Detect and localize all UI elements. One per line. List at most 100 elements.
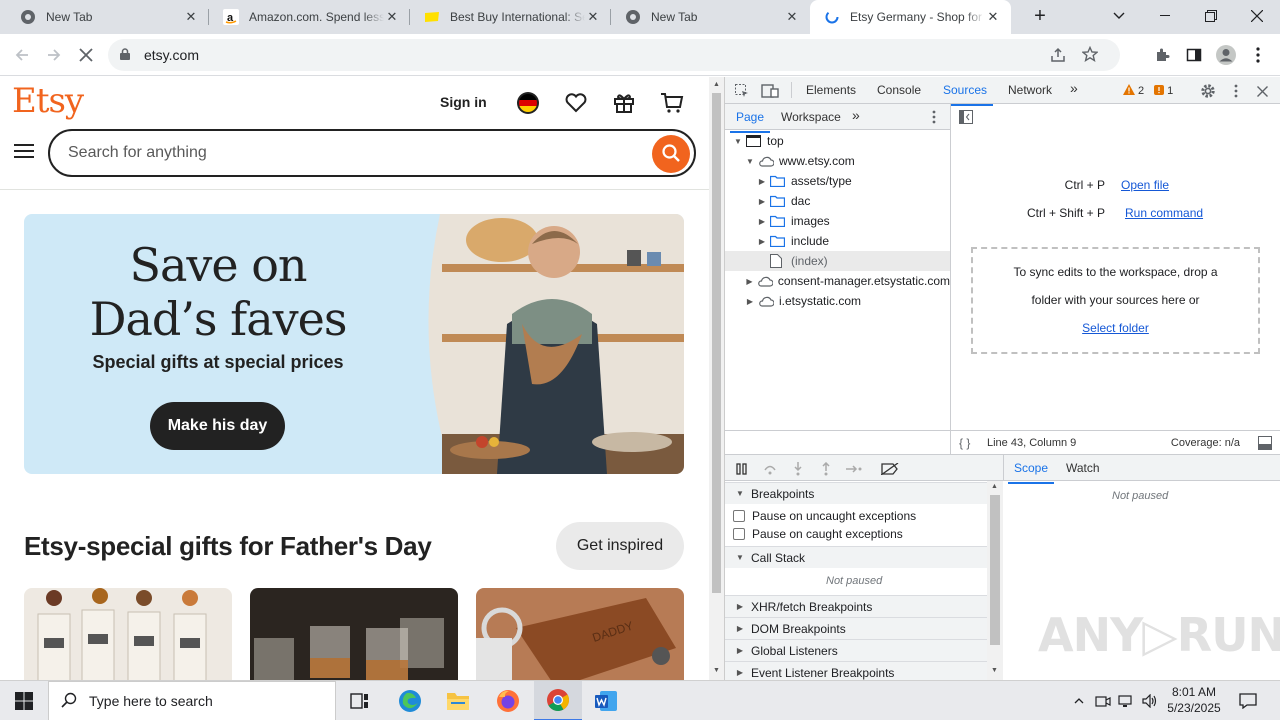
heart-icon[interactable] xyxy=(563,90,589,116)
workspace-drop-zone[interactable]: To sync edits to the workspace, drop a f… xyxy=(971,247,1260,354)
tab-new-tab-1[interactable]: New Tab ✕ xyxy=(6,0,209,34)
scroll-thumb[interactable] xyxy=(990,495,1000,645)
tree-item-folder[interactable]: ▶ dac xyxy=(725,191,950,211)
run-command-link[interactable]: Run command xyxy=(1125,206,1203,220)
product-card-spices[interactable] xyxy=(24,588,232,680)
meet-now-icon[interactable] xyxy=(1094,691,1112,711)
tree-item-file[interactable]: (index) xyxy=(725,251,950,271)
expanded-arrow-icon[interactable]: ▼ xyxy=(733,137,743,146)
address-bar[interactable]: etsy.com xyxy=(108,39,1120,71)
checkbox[interactable] xyxy=(733,528,745,540)
close-icon[interactable]: ✕ xyxy=(183,9,199,25)
expanded-arrow-icon[interactable]: ▼ xyxy=(745,157,755,166)
step-out-icon[interactable] xyxy=(817,460,835,478)
more-tabs-icon[interactable]: » xyxy=(1070,80,1078,96)
scroll-down-icon[interactable]: ▼ xyxy=(713,667,720,674)
tab-console[interactable]: Console xyxy=(877,83,921,97)
taskbar-search-input[interactable]: Type here to search xyxy=(48,681,336,720)
back-icon[interactable] xyxy=(6,39,38,71)
notification-center-icon[interactable] xyxy=(1238,691,1258,711)
step-into-icon[interactable] xyxy=(789,460,807,478)
side-panel-icon[interactable] xyxy=(1178,39,1210,71)
tab-sources[interactable]: Sources xyxy=(936,83,994,106)
tab-etsy[interactable]: Etsy Germany - Shop for handmade ✕ xyxy=(810,0,1011,34)
open-file-link[interactable]: Open file xyxy=(1121,178,1169,192)
new-tab-button[interactable]: + xyxy=(1017,0,1063,32)
toggle-debugger-icon[interactable] xyxy=(1258,436,1272,453)
edge-icon[interactable] xyxy=(386,681,434,720)
forward-icon[interactable] xyxy=(38,39,70,71)
stop-icon[interactable] xyxy=(70,39,102,71)
collapsed-arrow-icon[interactable]: ▶ xyxy=(757,237,767,246)
etsy-logo[interactable]: Etsy xyxy=(12,81,84,121)
inspect-element-icon[interactable] xyxy=(733,82,751,100)
tree-item-cloud[interactable]: ▶ consent-manager.etsystatic.com xyxy=(725,271,950,291)
scroll-up-icon[interactable]: ▲ xyxy=(713,81,720,88)
tree-item-frame[interactable]: ▼ top xyxy=(725,131,950,151)
scroll-down-icon[interactable]: ▼ xyxy=(991,667,998,674)
tab-search-icon[interactable] xyxy=(1096,0,1142,32)
system-clock[interactable]: 8:01 AM 5/23/2025 xyxy=(1160,684,1228,716)
pause-icon[interactable] xyxy=(733,460,751,478)
dom-breakpoints-section[interactable]: ▶ DOM Breakpoints xyxy=(725,617,987,639)
tab-scope[interactable]: Scope xyxy=(1007,461,1055,484)
settings-gear-icon[interactable] xyxy=(1199,82,1217,100)
tree-item-folder[interactable]: ▶ assets/type xyxy=(725,171,950,191)
tab-bestbuy[interactable]: Best Buy International: Select your Coun… xyxy=(410,0,611,34)
word-icon[interactable] xyxy=(582,681,630,720)
search-button[interactable] xyxy=(652,135,690,173)
close-icon[interactable]: ✕ xyxy=(985,9,1001,25)
tab-elements[interactable]: Elements xyxy=(806,83,856,97)
tab-amazon[interactable]: a Amazon.com. Spend less. Smile more. ✕ xyxy=(209,0,410,34)
tab-watch[interactable]: Watch xyxy=(1066,461,1100,475)
product-card-glasses[interactable] xyxy=(250,588,458,680)
restore-icon[interactable] xyxy=(1188,0,1234,32)
chrome-taskbar-icon[interactable] xyxy=(534,681,582,720)
device-toolbar-icon[interactable] xyxy=(761,82,779,100)
browser-menu-icon[interactable] xyxy=(1242,39,1274,71)
tab-page[interactable]: Page xyxy=(729,110,771,133)
collapsed-arrow-icon[interactable]: ▶ xyxy=(757,197,767,206)
collapsed-arrow-icon[interactable]: ▶ xyxy=(757,177,767,186)
tree-item-folder[interactable]: ▶ include xyxy=(725,231,950,251)
search-input[interactable]: Search for anything xyxy=(48,129,696,177)
window-close-icon[interactable] xyxy=(1234,0,1280,32)
collapsed-arrow-icon[interactable]: ▶ xyxy=(745,297,755,306)
hamburger-menu-icon[interactable] xyxy=(14,143,34,162)
collapsed-arrow-icon[interactable]: ▶ xyxy=(745,277,754,286)
tree-item-cloud[interactable]: ▼ www.etsy.com xyxy=(725,151,950,171)
network-icon[interactable] xyxy=(1117,691,1135,711)
get-inspired-button[interactable]: Get inspired xyxy=(556,522,684,570)
cart-icon[interactable] xyxy=(659,90,685,116)
hero-banner[interactable]: Save on Dad’s faves Special gifts at spe… xyxy=(24,214,684,474)
make-his-day-button[interactable]: Make his day xyxy=(150,402,285,450)
breakpoints-section[interactable]: ▼ Breakpoints xyxy=(725,482,987,504)
bookmark-star-icon[interactable] xyxy=(1081,45,1099,65)
sign-in-link[interactable]: Sign in xyxy=(440,94,487,110)
firefox-icon[interactable] xyxy=(484,681,532,720)
windows-start-icon[interactable] xyxy=(0,681,48,720)
germany-flag-icon[interactable] xyxy=(515,90,541,116)
minimize-icon[interactable] xyxy=(1142,0,1188,32)
deactivate-breakpoints-icon[interactable] xyxy=(881,460,899,478)
close-icon[interactable]: ✕ xyxy=(585,9,601,25)
tab-workspace[interactable]: Workspace xyxy=(781,110,841,124)
gift-icon[interactable] xyxy=(611,90,637,116)
devtools-menu-icon[interactable] xyxy=(1227,82,1245,100)
navigator-menu-icon[interactable] xyxy=(925,108,943,126)
file-explorer-icon[interactable] xyxy=(434,681,482,720)
format-braces-icon[interactable]: { } xyxy=(959,436,970,450)
product-card-keychain[interactable]: DADDY xyxy=(476,588,684,680)
profile-avatar[interactable] xyxy=(1210,39,1242,71)
more-navigator-tabs-icon[interactable]: » xyxy=(852,107,860,123)
checkbox[interactable] xyxy=(733,510,745,522)
collapsed-arrow-icon[interactable]: ▶ xyxy=(757,217,767,226)
tree-item-folder[interactable]: ▶ images xyxy=(725,211,950,231)
close-icon[interactable]: ✕ xyxy=(784,9,800,25)
xhr-breakpoints-section[interactable]: ▶ XHR/fetch Breakpoints xyxy=(725,595,987,617)
global-listeners-section[interactable]: ▶ Global Listeners xyxy=(725,639,987,661)
sidebar-scrollbar[interactable]: ▲ ▼ xyxy=(987,481,1003,680)
close-icon[interactable]: ✕ xyxy=(384,9,400,25)
extensions-icon[interactable] xyxy=(1146,39,1178,71)
scroll-thumb[interactable] xyxy=(712,93,721,593)
